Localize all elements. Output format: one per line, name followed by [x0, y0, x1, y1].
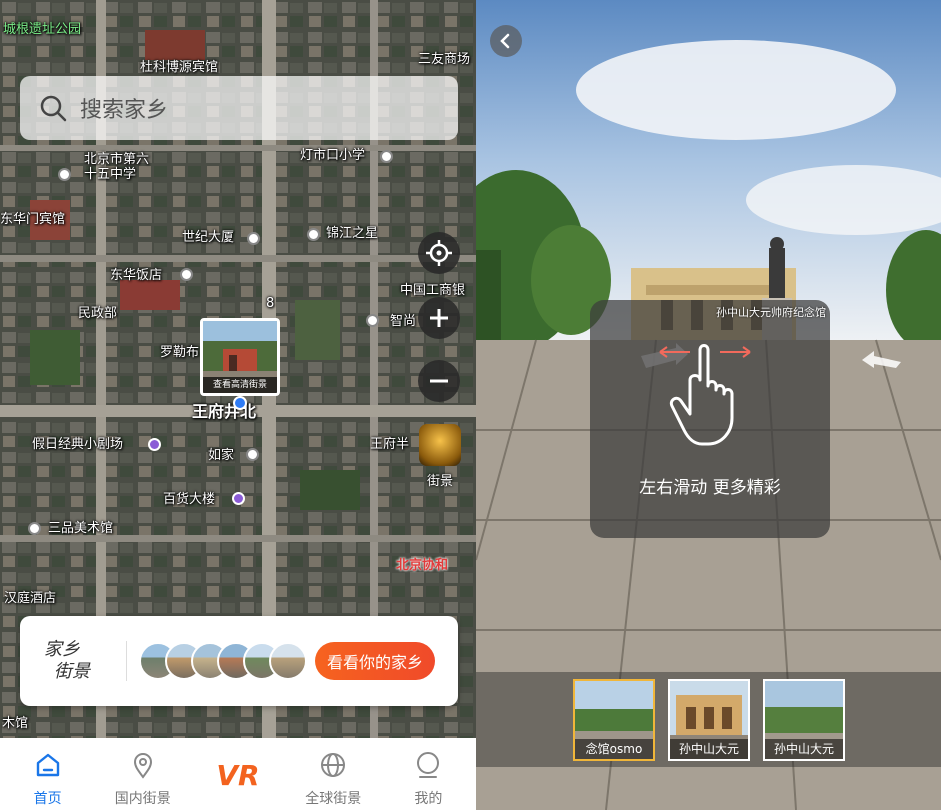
tab-domestic[interactable]: 国内街景 — [95, 738, 190, 810]
map-label-jinjiang[interactable]: 锦江之星 — [326, 226, 378, 241]
map-label-donghuamen-hotel[interactable]: 东华门宾馆 — [0, 212, 65, 227]
minus-icon — [430, 379, 448, 383]
map-panel[interactable]: 城根遗址公园 杜科博源宾馆 三友商场 北京市第六 十五中学 灯市口小学 东华门宾… — [0, 0, 476, 810]
map-label-mall[interactable]: 三友商场 — [418, 52, 470, 67]
map-label-hanting[interactable]: 汉庭酒店 — [4, 591, 56, 606]
promo-title: 家乡 街景 — [44, 639, 114, 683]
home-icon — [33, 750, 63, 780]
tab-label: 国内街景 — [114, 791, 171, 807]
crosshair-icon — [426, 240, 452, 266]
map-label-century-building[interactable]: 世纪大厦 — [182, 230, 234, 245]
globe-icon — [318, 750, 348, 780]
avatar — [269, 642, 307, 680]
map-label-zhishang[interactable]: 智尚 — [390, 314, 416, 329]
search-input[interactable]: 搜索家乡 — [80, 92, 168, 124]
street-view-icon — [419, 424, 461, 466]
poi-marker[interactable] — [380, 150, 393, 163]
scene-thumbnail[interactable]: 孙中山大元 — [763, 679, 845, 761]
poi-marker[interactable] — [307, 228, 320, 241]
scene-thumbnail-caption: 孙中山大元 — [670, 739, 748, 759]
map-label-wangfu-half[interactable]: 王府半 — [370, 437, 409, 452]
poi-marker[interactable] — [28, 522, 41, 535]
street-view-preview[interactable]: 查看高清街景 — [200, 318, 280, 396]
user-icon — [413, 750, 443, 780]
street-preview-caption: 查看高清街景 — [203, 377, 277, 393]
scene-thumbnail-caption: 孙中山大元 — [765, 739, 843, 759]
back-button[interactable] — [490, 25, 522, 57]
poi-marker[interactable] — [148, 438, 161, 451]
map-label-dept-store[interactable]: 百货大楼 — [163, 492, 215, 507]
view-hometown-button[interactable]: 看看你的家乡 — [315, 642, 436, 680]
search-bar[interactable]: 搜索家乡 — [20, 76, 458, 140]
location-pin-icon — [128, 750, 158, 780]
map-label-park[interactable]: 城根遗址公园 — [3, 22, 81, 37]
divider — [126, 641, 127, 681]
hometown-promo-card[interactable]: 家乡 街景 看看你的家乡 — [20, 616, 458, 706]
promo-title-line2: 街景 — [54, 661, 90, 682]
plus-icon — [430, 309, 448, 327]
map-label-donghua-hotel[interactable]: 东华饭店 — [110, 268, 162, 283]
map-label-icbc[interactable]: 中国工商银 — [400, 283, 465, 298]
tab-global[interactable]: 全球街景 — [286, 738, 381, 810]
scene-thumbnail[interactable]: 孙中山大元 — [668, 679, 750, 761]
swipe-hint-overlay[interactable]: 左右滑动 更多精彩 — [590, 300, 830, 538]
map-label-ministry[interactable]: 民政部 — [78, 306, 117, 321]
swipe-hand-icon — [659, 344, 751, 446]
road-number: 8 — [266, 296, 275, 311]
promo-title-line1: 家乡 — [44, 639, 80, 660]
map-label-luole[interactable]: 罗勒布 — [160, 345, 199, 360]
tab-mine[interactable]: 我的 — [381, 738, 476, 810]
map-label-rujia[interactable]: 如家 — [208, 448, 234, 463]
tab-label: 我的 — [414, 791, 443, 807]
poi-marker[interactable] — [247, 232, 260, 245]
tab-home[interactable]: 首页 — [0, 738, 95, 810]
poi-marker[interactable] — [58, 168, 71, 181]
locate-button[interactable] — [418, 232, 460, 274]
map-label-wangfujing[interactable]: 王府井北 — [192, 404, 256, 420]
map-label-muguan[interactable]: 木馆 — [2, 716, 28, 731]
search-icon — [40, 95, 67, 122]
scene-thumbnail-strip: 念馆osmo 孙中山大元 孙中山大元 — [476, 672, 941, 767]
tab-label: 首页 — [33, 791, 62, 807]
street-view-button[interactable]: 街景 — [418, 424, 462, 492]
avatar-stack — [139, 642, 307, 680]
poi-marker[interactable] — [366, 314, 379, 327]
chevron-left-icon — [500, 33, 510, 49]
street-view-label: 街景 — [426, 474, 453, 489]
street-view-pin[interactable] — [233, 396, 247, 410]
map-label-gallery[interactable]: 三品美术馆 — [48, 521, 113, 536]
map-label-xiehe[interactable]: 北京协和 — [396, 558, 448, 573]
zoom-out-button[interactable] — [418, 360, 460, 402]
street-view-panel[interactable]: 左右滑动 更多精彩 孙中山大元帅府纪念馆 念馆osmo 孙中山大元 孙中山大元 — [476, 0, 941, 810]
tab-vr[interactable]: VR — [190, 738, 285, 810]
poi-marker[interactable] — [246, 448, 259, 461]
map-label-primary-school[interactable]: 灯市口小学 — [300, 148, 365, 163]
swipe-hint-text: 左右滑动 更多精彩 — [639, 478, 781, 498]
zoom-in-button[interactable] — [418, 297, 460, 339]
map-label-school[interactable]: 北京市第六 十五中学 — [84, 152, 164, 182]
poi-marker[interactable] — [180, 268, 193, 281]
map-label-hotel[interactable]: 杜科博源宾馆 — [140, 60, 218, 75]
scene-thumbnail-caption: 念馆osmo — [575, 739, 653, 759]
tab-label: 全球街景 — [305, 791, 362, 807]
bottom-tab-bar: 首页 国内街景 VR 全球街景 我的 — [0, 738, 476, 810]
scene-thumbnail[interactable]: 念馆osmo — [573, 679, 655, 761]
scene-name-label: 孙中山大元帅府纪念馆 — [716, 306, 826, 319]
map-label-theater[interactable]: 假日经典小剧场 — [32, 437, 123, 452]
vr-logo-icon: VR — [216, 759, 260, 792]
poi-marker[interactable] — [232, 492, 245, 505]
